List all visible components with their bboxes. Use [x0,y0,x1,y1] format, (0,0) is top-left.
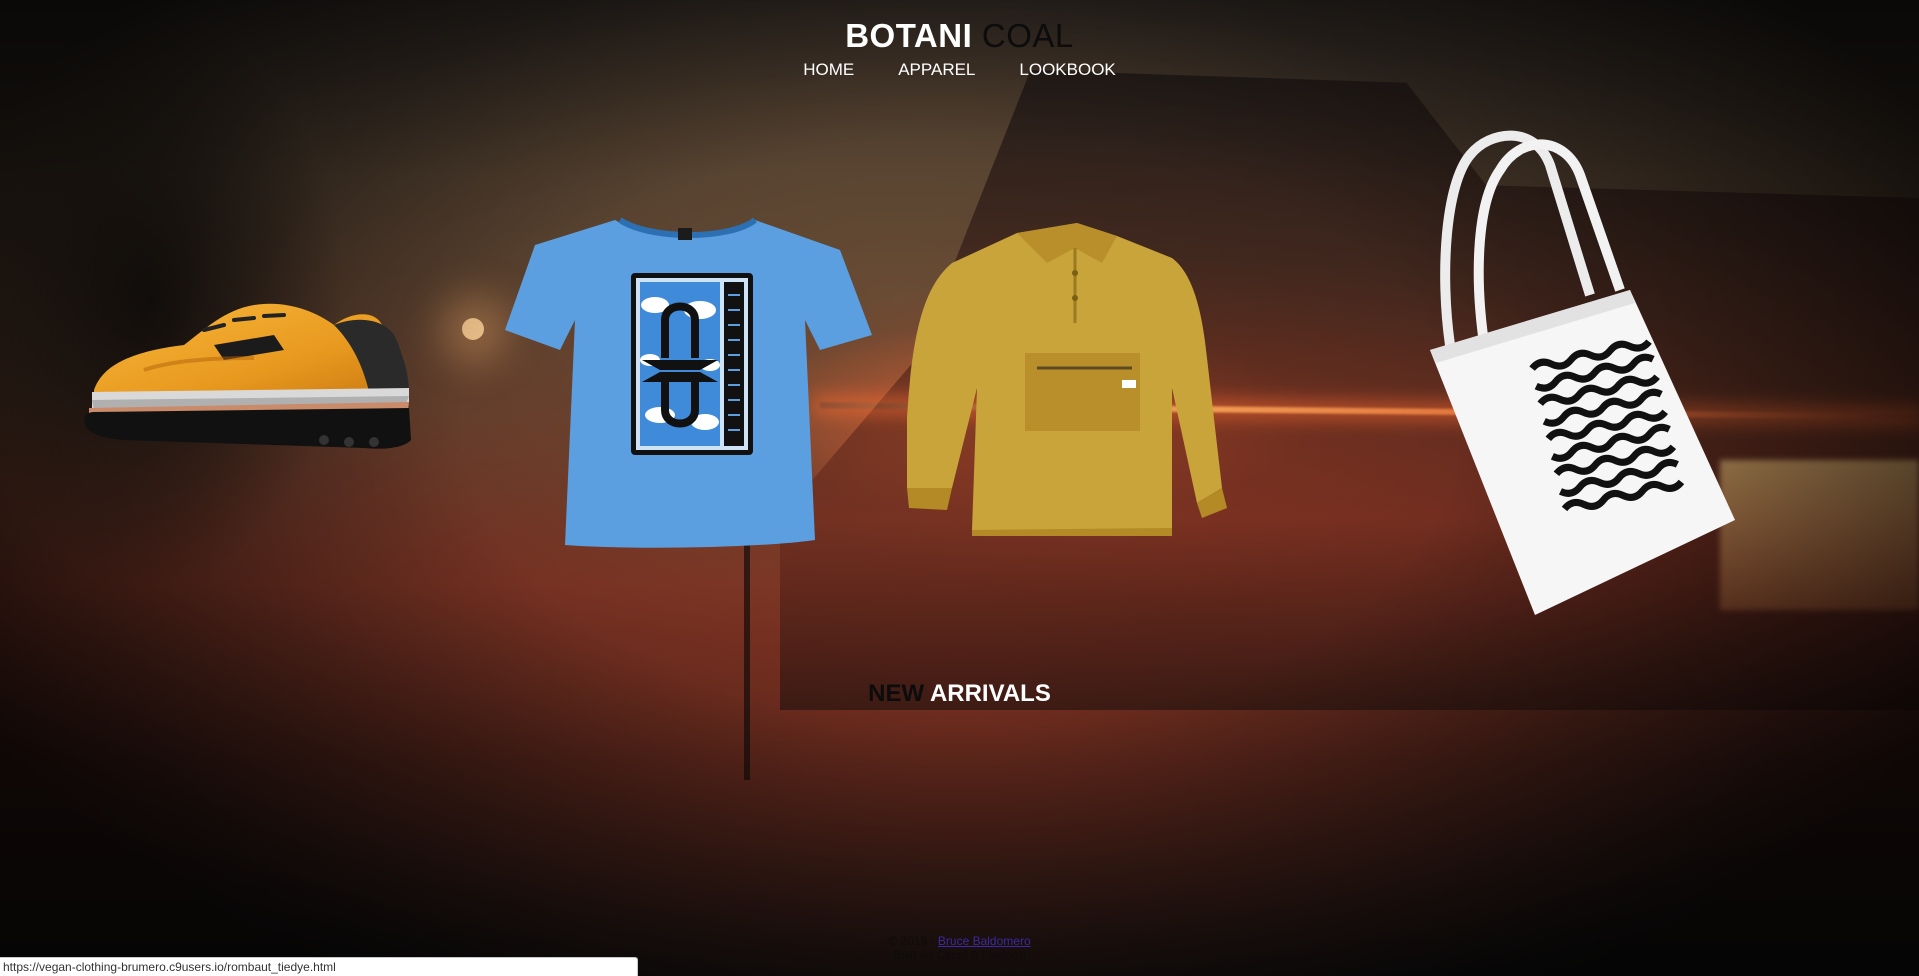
new-arrivals-heading: NEW ARRIVALS [0,680,1919,708]
footer-copyright: © 2019 · [888,934,935,948]
nav-apparel[interactable]: APPAREL [898,60,975,80]
site-header: BOTANI COAL HOME APPAREL LOOKBOOK [0,16,1919,80]
white-tote-bag-image [1430,130,1735,615]
new-arrivals-word-1: NEW [868,680,925,707]
main-nav: HOME APPAREL LOOKBOOK [0,60,1919,80]
mustard-long-sleeve-polo-image [907,223,1227,536]
brand-word-1: BOTANI [845,17,973,54]
product-polo[interactable] [897,218,1229,536]
browser-status-bar: https://vegan-clothing-brumero.c9users.i… [0,957,638,976]
brand-word-2: COAL [981,17,1074,54]
footer-copyright-line: © 2019 · Bruce Baldomero [0,934,1919,948]
blue-graphic-tshirt-image [505,217,872,548]
brand-logo[interactable]: BOTANI COAL [0,16,1919,56]
page: BOTANI COAL HOME APPAREL LOOKBOOK NEW AR… [0,0,1919,976]
product-tshirt[interactable] [500,210,875,550]
nav-lookbook[interactable]: LOOKBOOK [1019,60,1115,80]
nav-home[interactable]: HOME [803,60,854,80]
product-tote[interactable] [1430,125,1740,615]
footer-author-link[interactable]: Bruce Baldomero [938,934,1031,948]
new-arrivals-word-2: ARRIVALS [929,680,1051,707]
orange-sneaker-image [84,303,411,449]
product-shoe[interactable] [84,290,414,460]
